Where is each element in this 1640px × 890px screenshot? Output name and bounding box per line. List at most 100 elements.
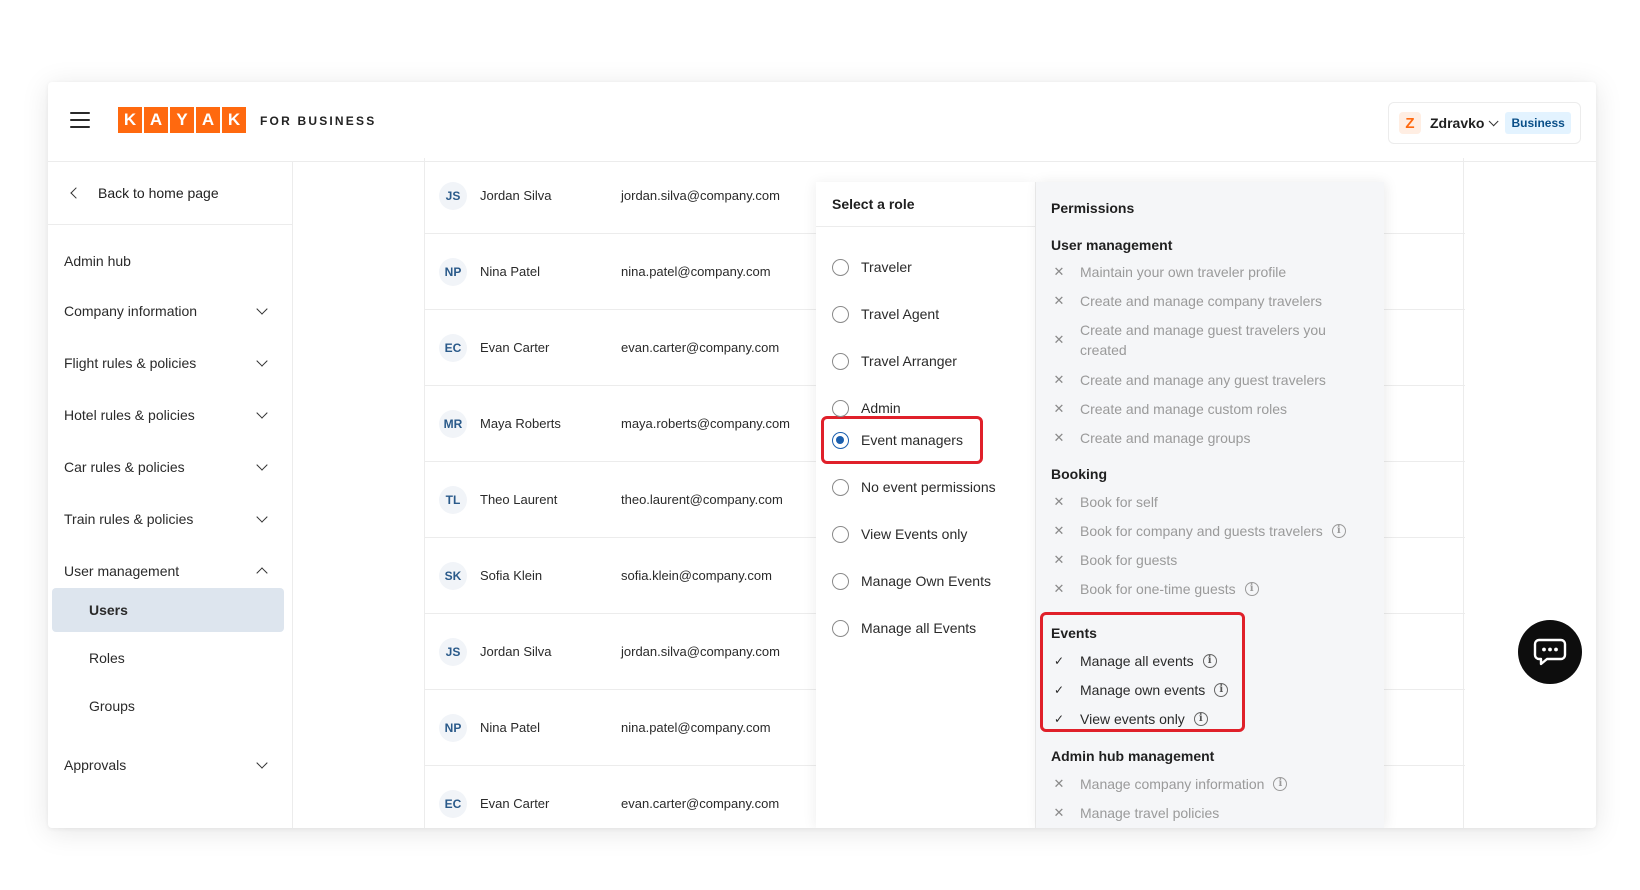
user-name-cell: Evan Carter xyxy=(480,340,550,355)
business-badge: Business xyxy=(1505,112,1571,134)
permission-label: Book for self xyxy=(1080,494,1158,510)
sidebar-item-company-information[interactable]: Company information xyxy=(64,296,274,326)
info-icon[interactable]: i xyxy=(1202,654,1217,668)
radio-button[interactable] xyxy=(832,305,849,323)
chevron-left-icon xyxy=(70,187,82,199)
close-icon: ✕ xyxy=(1053,372,1065,387)
close-icon: ✕ xyxy=(1053,430,1065,445)
user-initials: EC xyxy=(439,334,467,362)
chat-button[interactable] xyxy=(1518,620,1582,684)
user-initials: SK xyxy=(439,562,467,590)
logo-letter: A xyxy=(144,107,168,133)
user-name-cell: Evan Carter xyxy=(480,796,550,811)
check-icon: ✓ xyxy=(1053,712,1065,726)
avatar: Z xyxy=(1399,112,1421,134)
chevron-down-icon xyxy=(256,757,268,769)
perm-group-title: Booking xyxy=(1051,466,1107,482)
sidebar-subitem-users[interactable]: Users xyxy=(52,588,284,632)
info-icon[interactable]: i xyxy=(1193,712,1208,726)
account-menu[interactable]: Z Zdravko Business xyxy=(1388,102,1581,144)
permission-label: Manage own events xyxy=(1080,682,1206,698)
chevron-down-icon xyxy=(256,303,268,315)
role-option-view-events-only[interactable]: View Events only xyxy=(832,519,1022,549)
user-initials: EC xyxy=(439,790,467,818)
sidebar-item-admin-hub[interactable]: Admin hub xyxy=(64,246,274,276)
sidebar-item-label: Approvals xyxy=(64,757,127,773)
radio-button[interactable] xyxy=(832,352,849,370)
user-initials: NP xyxy=(439,258,467,286)
perm-group-title: Events xyxy=(1051,625,1097,641)
check-icon: ✓ xyxy=(1053,683,1065,697)
user-name-cell: Nina Patel xyxy=(480,720,540,735)
logo-letter: K xyxy=(222,107,246,133)
radio-button[interactable] xyxy=(832,478,849,496)
chat-icon xyxy=(1533,638,1567,666)
back-to-home-link[interactable]: Back to home page xyxy=(68,178,278,208)
sidebar-item-car-rules[interactable]: Car rules & policies xyxy=(64,452,274,482)
sidebar-item-flight-rules[interactable]: Flight rules & policies xyxy=(64,348,274,378)
permission-label: Create and manage groups xyxy=(1080,430,1251,446)
role-label: Event managers xyxy=(861,432,963,448)
info-icon[interactable]: i xyxy=(1273,777,1288,791)
info-icon[interactable]: i xyxy=(1214,683,1229,697)
radio-button-selected[interactable] xyxy=(832,431,849,449)
kayak-logo[interactable]: K A Y A K xyxy=(118,107,246,133)
chevron-down-icon xyxy=(256,407,268,419)
role-option-no-event-permissions[interactable]: No event permissions xyxy=(832,472,1022,502)
sidebar-item-label: Flight rules & policies xyxy=(64,355,197,371)
permission-label: Maintain your own traveler profile xyxy=(1080,264,1287,280)
sidebar-item-label: Car rules & policies xyxy=(64,459,185,475)
top-header: K A Y A K FOR BUSINESS Z Zdravko Busines… xyxy=(48,82,1596,162)
role-option-traveler[interactable]: Traveler xyxy=(832,252,1022,282)
permission-label: Create and manage company travelers xyxy=(1080,293,1323,309)
brand-suffix: FOR BUSINESS xyxy=(260,114,377,128)
menu-icon[interactable] xyxy=(70,112,90,128)
logo-letter: A xyxy=(196,107,220,133)
close-icon: ✕ xyxy=(1053,494,1065,509)
radio-button[interactable] xyxy=(832,525,849,543)
role-label: Manage all Events xyxy=(861,620,977,636)
close-icon: ✕ xyxy=(1053,401,1065,416)
permission-label: Create and manage custom roles xyxy=(1080,401,1287,417)
info-icon[interactable]: i xyxy=(1244,582,1259,596)
role-option-manage-all-events[interactable]: Manage all Events xyxy=(832,613,1022,643)
user-email-cell: theo.laurent@company.com xyxy=(621,492,783,507)
role-label: Traveler xyxy=(861,259,912,275)
radio-button[interactable] xyxy=(832,258,849,276)
logo-letter: Y xyxy=(170,107,194,133)
role-option-travel-agent[interactable]: Travel Agent xyxy=(832,299,1022,329)
radio-button[interactable] xyxy=(832,399,849,417)
user-initials: NP xyxy=(439,714,467,742)
sidebar-item-approvals[interactable]: Approvals xyxy=(64,750,274,780)
perm-group-title: User management xyxy=(1051,237,1173,253)
sidebar-subitem-groups[interactable]: Groups xyxy=(52,684,284,728)
permission-item: ✕ Maintain your own traveler profile xyxy=(1051,262,1371,282)
user-name-cell: Jordan Silva xyxy=(480,644,552,659)
permission-label: Book for one-time guests xyxy=(1080,581,1236,597)
close-icon: ✕ xyxy=(1053,293,1065,308)
check-icon: ✓ xyxy=(1053,654,1065,668)
radio-button[interactable] xyxy=(832,619,849,637)
role-option-admin[interactable]: Admin xyxy=(832,393,1022,423)
info-icon[interactable]: i xyxy=(1331,524,1346,538)
permission-label: Book for company and guests travelers xyxy=(1080,523,1323,539)
chevron-down-icon xyxy=(256,459,268,471)
user-name-cell: Nina Patel xyxy=(480,264,540,279)
radio-button[interactable] xyxy=(832,572,849,590)
role-option-manage-own-events[interactable]: Manage Own Events xyxy=(832,566,1022,596)
permission-label: Create and manage any guest travelers xyxy=(1080,372,1326,388)
role-option-event-managers[interactable]: Event managers xyxy=(832,425,1022,455)
sidebar-item-hotel-rules[interactable]: Hotel rules & policies xyxy=(64,400,274,430)
divider xyxy=(816,226,1036,227)
user-initials: TL xyxy=(439,486,467,514)
role-label: Manage Own Events xyxy=(861,573,991,589)
app-window: K A Y A K FOR BUSINESS Z Zdravko Busines… xyxy=(48,82,1596,828)
sidebar-item-user-management[interactable]: User management xyxy=(64,556,274,586)
permission-item: ✓ Manage all events i xyxy=(1051,651,1371,671)
permission-label: View events only xyxy=(1080,711,1185,727)
role-option-travel-arranger[interactable]: Travel Arranger xyxy=(832,346,1022,376)
sidebar-item-train-rules[interactable]: Train rules & policies xyxy=(64,504,274,534)
user-name-cell: Sofia Klein xyxy=(480,568,543,583)
chevron-down-icon xyxy=(256,511,268,523)
sidebar-subitem-roles[interactable]: Roles xyxy=(52,636,284,680)
